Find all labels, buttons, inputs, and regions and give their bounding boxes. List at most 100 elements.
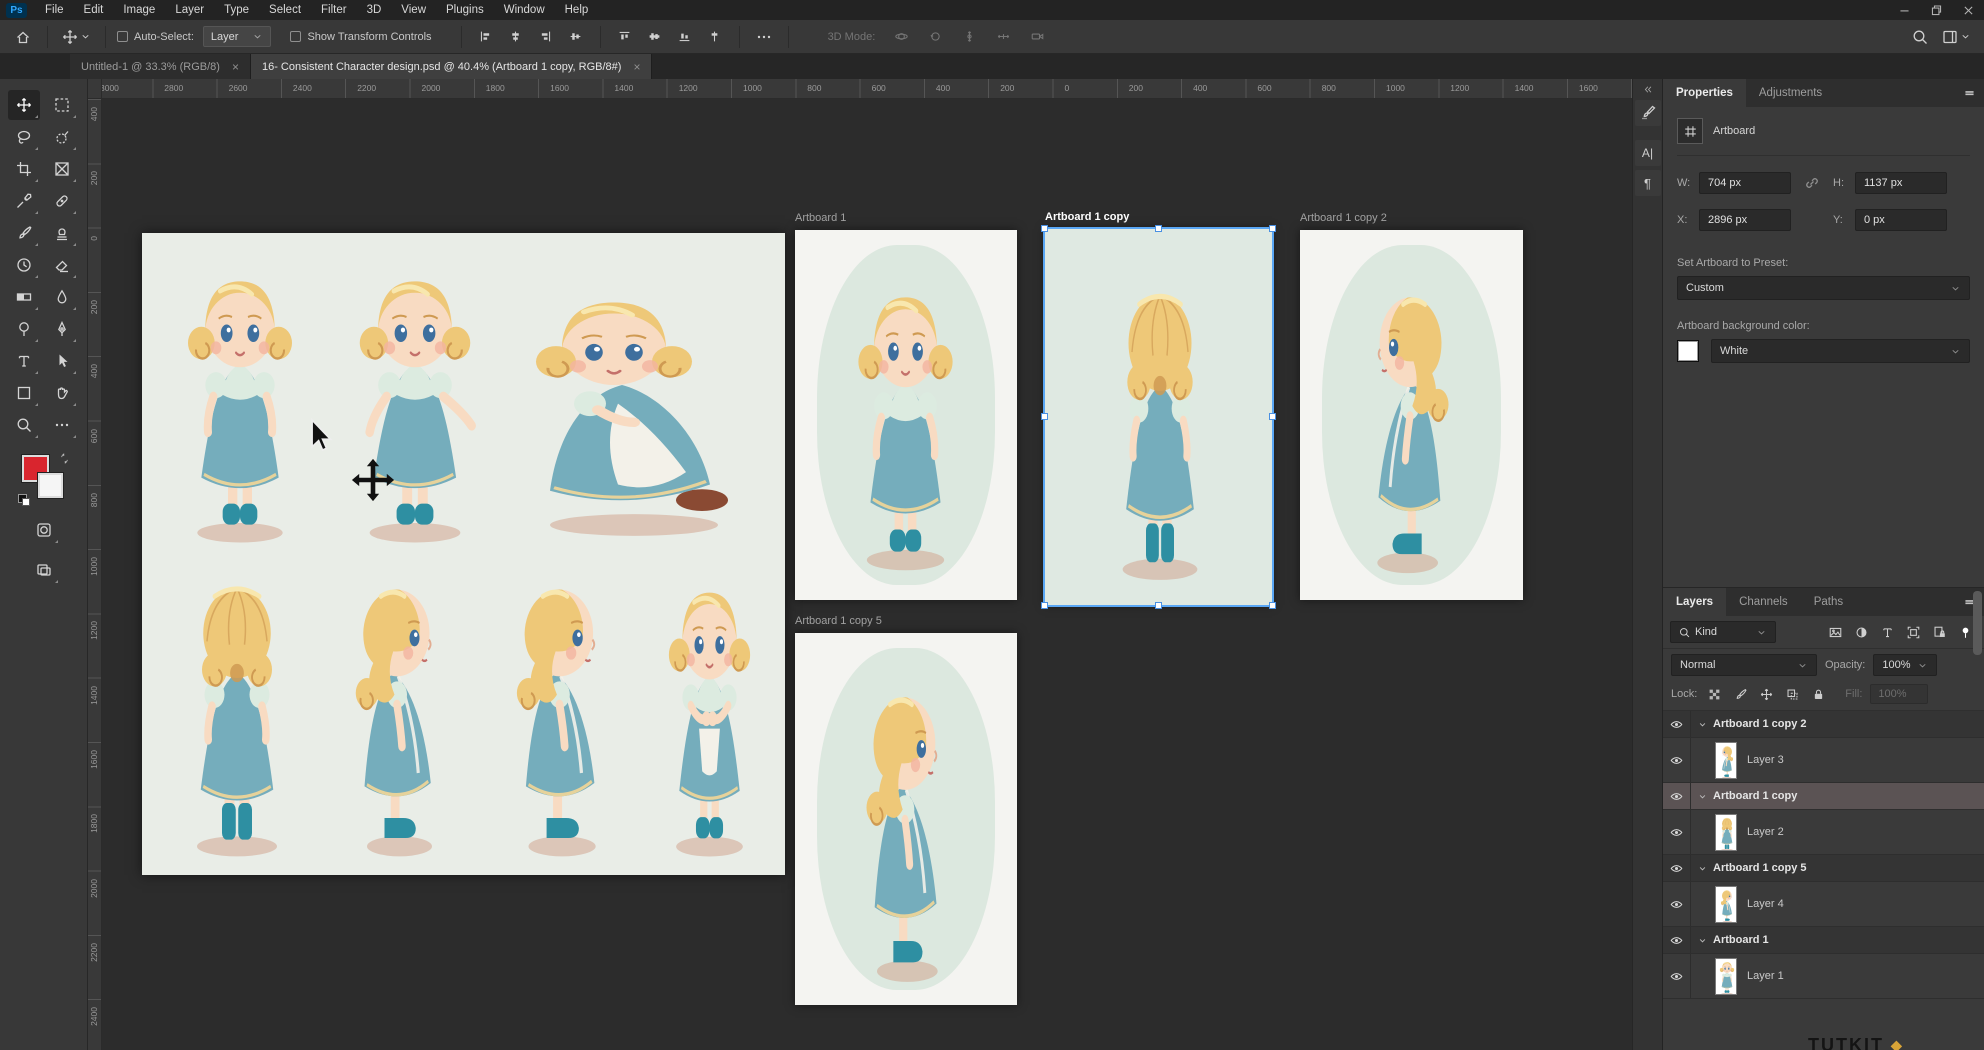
layer-row[interactable]: Layer 4 bbox=[1663, 882, 1984, 927]
tab-adjustments[interactable]: Adjustments bbox=[1746, 79, 1835, 107]
align-right-edges-button[interactable] bbox=[533, 25, 559, 49]
dodge-tool[interactable] bbox=[8, 314, 40, 344]
tab-paths[interactable]: Paths bbox=[1801, 588, 1856, 616]
artboard-1[interactable] bbox=[795, 230, 1017, 600]
expand-panels-button[interactable] bbox=[1642, 82, 1653, 96]
lock-position-button[interactable] bbox=[1757, 685, 1775, 703]
restore-button[interactable] bbox=[1920, 0, 1952, 20]
menu-3d[interactable]: 3D bbox=[357, 2, 392, 18]
close-button[interactable] bbox=[1952, 0, 1984, 20]
menu-type[interactable]: Type bbox=[214, 2, 259, 18]
filter-smart-objects-button[interactable] bbox=[1928, 622, 1951, 642]
artboard-bg-swatch[interactable] bbox=[1677, 340, 1699, 362]
auto-select-toggle[interactable]: Auto-Select: bbox=[117, 31, 194, 43]
selection-handle[interactable] bbox=[1041, 225, 1048, 232]
filter-adjustment-layers-button[interactable] bbox=[1850, 622, 1873, 642]
home-button[interactable] bbox=[10, 25, 36, 49]
character-sheet-image[interactable] bbox=[142, 233, 785, 875]
move-tool[interactable] bbox=[8, 90, 40, 120]
distribute-vertical-centers-button[interactable] bbox=[642, 25, 668, 49]
artboard-label[interactable]: Artboard 1 copy 5 bbox=[795, 615, 882, 627]
align-left-edges-button[interactable] bbox=[473, 25, 499, 49]
3d-camera-button[interactable] bbox=[1024, 25, 1050, 49]
gradient-tool[interactable] bbox=[8, 282, 40, 312]
layer-thumbnail[interactable] bbox=[1715, 958, 1737, 995]
group-expand-chevron[interactable] bbox=[1691, 719, 1713, 730]
lasso-tool[interactable] bbox=[8, 122, 40, 152]
tab-channels[interactable]: Channels bbox=[1726, 588, 1801, 616]
y-input[interactable]: 0 px bbox=[1855, 209, 1947, 231]
paragraph-panel-button[interactable]: ¶ bbox=[1635, 170, 1661, 196]
opacity-select[interactable]: 100% bbox=[1873, 654, 1937, 676]
artboard-bg-select[interactable]: White bbox=[1711, 339, 1970, 363]
selection-handle[interactable] bbox=[1155, 225, 1162, 232]
3d-slide-button[interactable] bbox=[990, 25, 1016, 49]
distribute-horizontal-centers-button[interactable] bbox=[702, 25, 728, 49]
frame-tool[interactable] bbox=[46, 154, 78, 184]
layer-group-row[interactable]: Artboard 1 copy bbox=[1663, 783, 1984, 810]
filter-pixel-layers-button[interactable] bbox=[1824, 622, 1847, 642]
document-tab-2[interactable]: 16- Consistent Character design.psd @ 40… bbox=[251, 54, 653, 79]
layer-group-row[interactable]: Artboard 1 copy 2 bbox=[1663, 711, 1984, 738]
menu-help[interactable]: Help bbox=[555, 2, 599, 18]
screen-mode-button[interactable] bbox=[28, 555, 60, 585]
3d-drag-button[interactable] bbox=[956, 25, 982, 49]
menu-file[interactable]: File bbox=[35, 2, 74, 18]
quick-select-tool[interactable] bbox=[46, 122, 78, 152]
artboard-label[interactable]: Artboard 1 copy bbox=[1045, 211, 1129, 223]
width-input[interactable]: 704 px bbox=[1699, 172, 1791, 194]
artboard-3[interactable] bbox=[1300, 230, 1523, 600]
layer-row[interactable]: Layer 2 bbox=[1663, 810, 1984, 855]
group-expand-chevron[interactable] bbox=[1691, 791, 1713, 802]
visibility-toggle[interactable] bbox=[1663, 810, 1691, 854]
artboard-4[interactable] bbox=[795, 633, 1017, 1005]
brush-settings-panel-button[interactable] bbox=[1635, 100, 1661, 126]
distribute-top-edges-button[interactable] bbox=[612, 25, 638, 49]
menu-edit[interactable]: Edit bbox=[74, 2, 114, 18]
edit-toolbar-tool[interactable] bbox=[46, 410, 78, 440]
layer-thumbnail[interactable] bbox=[1715, 814, 1737, 851]
search-button[interactable] bbox=[1907, 25, 1933, 49]
brush-tool[interactable] bbox=[8, 218, 40, 248]
document-tab-1[interactable]: Untitled-1 @ 33.3% (RGB/8)× bbox=[70, 54, 251, 79]
fill-select[interactable]: 100% bbox=[1870, 684, 1928, 704]
preset-select[interactable]: Custom bbox=[1677, 276, 1970, 300]
character-panel-button[interactable]: A| bbox=[1635, 140, 1661, 166]
align-horizontal-centers-button[interactable] bbox=[503, 25, 529, 49]
eraser-tool[interactable] bbox=[46, 250, 78, 280]
clone-stamp-tool[interactable] bbox=[46, 218, 78, 248]
blend-mode-select[interactable]: Normal bbox=[1671, 654, 1817, 676]
selection-handle[interactable] bbox=[1269, 225, 1276, 232]
zoom-tool[interactable] bbox=[8, 410, 40, 440]
path-select-tool[interactable] bbox=[46, 346, 78, 376]
visibility-toggle[interactable] bbox=[1663, 711, 1691, 737]
layer-row[interactable]: Layer 1 bbox=[1663, 954, 1984, 999]
visibility-toggle[interactable] bbox=[1663, 927, 1691, 953]
layer-row[interactable]: Layer 3 bbox=[1663, 738, 1984, 783]
current-tool-button[interactable] bbox=[59, 25, 94, 49]
menu-image[interactable]: Image bbox=[113, 2, 165, 18]
selection-handle[interactable] bbox=[1269, 413, 1276, 420]
history-brush-tool[interactable] bbox=[8, 250, 40, 280]
marquee-tool[interactable] bbox=[46, 90, 78, 120]
pen-tool[interactable] bbox=[46, 314, 78, 344]
layer-thumbnail[interactable] bbox=[1715, 742, 1737, 779]
auto-select-checkbox[interactable] bbox=[117, 31, 128, 42]
selection-handle[interactable] bbox=[1269, 602, 1276, 609]
healing-brush-tool[interactable] bbox=[46, 186, 78, 216]
3d-orbit-button[interactable] bbox=[888, 25, 914, 49]
blur-tool[interactable] bbox=[46, 282, 78, 312]
menu-plugins[interactable]: Plugins bbox=[436, 2, 494, 18]
ruler-origin-corner[interactable] bbox=[88, 79, 102, 99]
artboard-label[interactable]: Artboard 1 copy 2 bbox=[1300, 212, 1387, 224]
visibility-toggle[interactable] bbox=[1663, 882, 1691, 926]
menu-layer[interactable]: Layer bbox=[165, 2, 214, 18]
background-color-swatch[interactable] bbox=[38, 473, 63, 498]
menu-window[interactable]: Window bbox=[494, 2, 555, 18]
menu-select[interactable]: Select bbox=[259, 2, 311, 18]
crop-tool[interactable] bbox=[8, 154, 40, 184]
lock-transparent-pixels-button[interactable] bbox=[1705, 685, 1723, 703]
hand-tool[interactable] bbox=[46, 378, 78, 408]
align-vertical-centers-button[interactable] bbox=[563, 25, 589, 49]
more-align-options-button[interactable] bbox=[751, 25, 777, 49]
